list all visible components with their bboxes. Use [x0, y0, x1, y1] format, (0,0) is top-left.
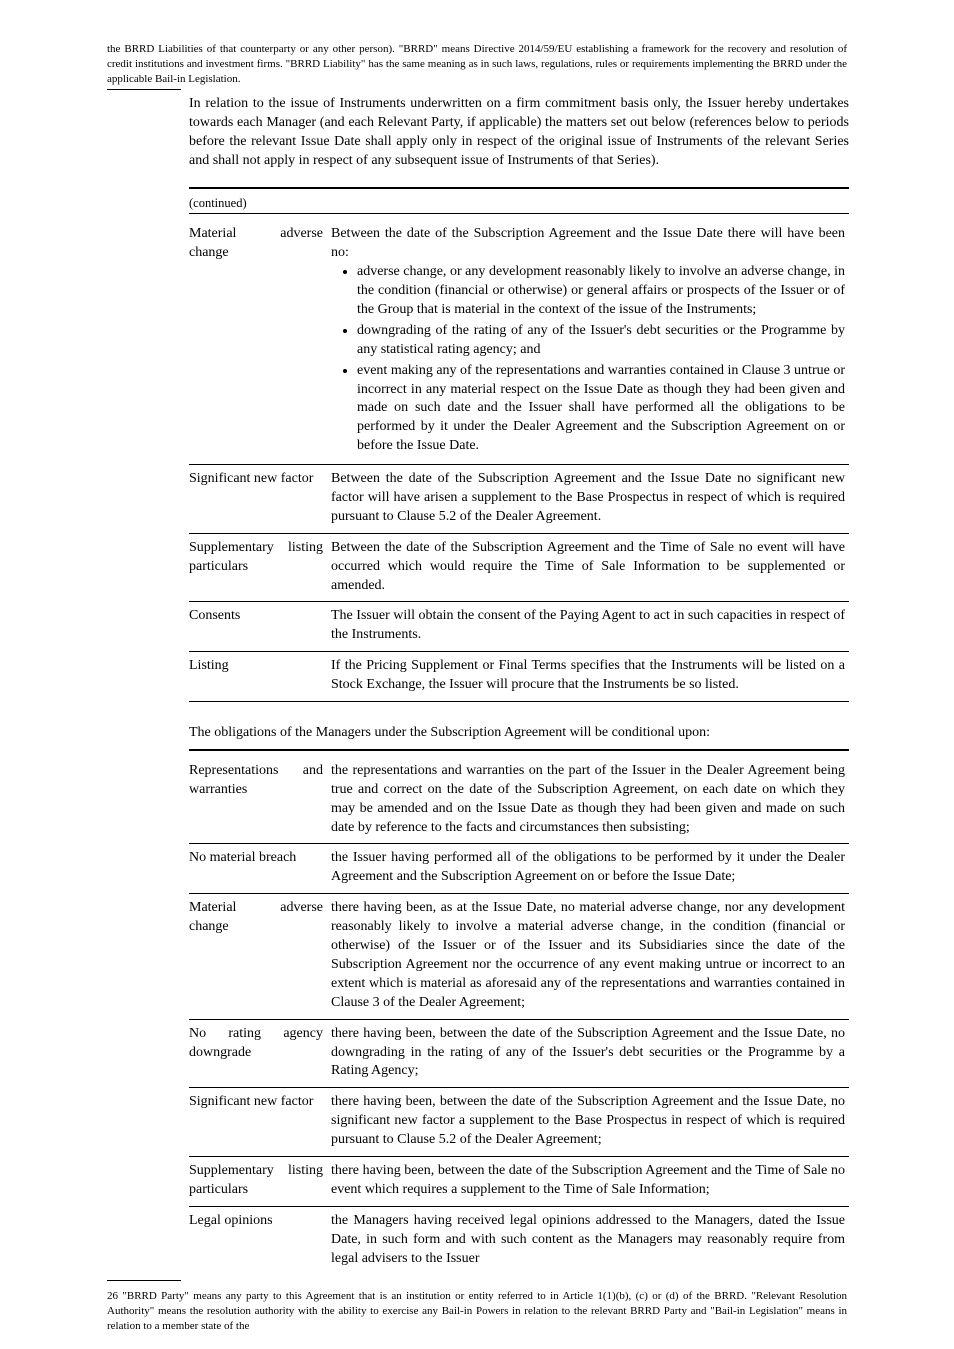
table-row: Material adverse change Between the date… — [189, 220, 849, 464]
list-item: adverse change, or any development reaso… — [357, 263, 845, 322]
table-row: Supplementary listing particulars Betwee… — [189, 533, 849, 602]
row-body: Between the date of the Subscription Agr… — [327, 533, 849, 602]
row-label: Listing — [189, 652, 327, 701]
footnote-bottom: 26 "BRRD Party" means any party to this … — [107, 1289, 847, 1334]
table-row: Consents The Issuer will obtain the cons… — [189, 602, 849, 652]
row-body: If the Pricing Supplement or Final Terms… — [327, 652, 849, 701]
row-body: The Issuer will obtain the consent of th… — [327, 602, 849, 652]
row-label: Legal opinions — [189, 1206, 327, 1274]
table-row: No rating agency downgrade there having … — [189, 1019, 849, 1088]
row-body: there having been, between the date of t… — [327, 1156, 849, 1206]
table-row: Legal opinions the Managers having recei… — [189, 1206, 849, 1274]
row-body: there having been, between the date of t… — [327, 1019, 849, 1088]
main-content: In relation to the issue of Instruments … — [189, 95, 849, 1274]
conditions-table: Representations and warranties the repre… — [189, 757, 849, 1274]
bullet-list: adverse change, or any development reaso… — [331, 263, 845, 458]
table-row: Listing If the Pricing Supplement or Fin… — [189, 652, 849, 701]
row-body-lead: Between the date of the Subscription Agr… — [331, 226, 845, 260]
table2-title: The obligations of the Managers under th… — [189, 724, 849, 743]
row-body: the Managers having received legal opini… — [327, 1206, 849, 1274]
list-item: event making any of the representations … — [357, 362, 845, 458]
list-item: downgrading of the rating of any of the … — [357, 322, 845, 362]
page-root: the BRRD Liabilities of that counterpart… — [0, 0, 954, 1349]
table-row: Supplementary listing particulars there … — [189, 1156, 849, 1206]
row-label: No rating agency downgrade — [189, 1019, 327, 1088]
row-label: Consents — [189, 602, 327, 652]
row-body: there having been, as at the Issue Date,… — [327, 894, 849, 1019]
row-label: No material breach — [189, 844, 327, 894]
row-label: Significant new factor — [189, 465, 327, 534]
row-label: Material adverse change — [189, 220, 327, 464]
footnote-bottom-rule — [107, 1280, 181, 1281]
table2-top-rule — [189, 749, 849, 751]
table1-continued: (continued) — [189, 195, 849, 212]
table1-bottom-rule — [189, 701, 849, 702]
table-row: No material breach the Issuer having per… — [189, 844, 849, 894]
table-row: Material adverse change there having bee… — [189, 894, 849, 1019]
table-row: Representations and warranties the repre… — [189, 757, 849, 844]
table-row: Significant new factor there having been… — [189, 1088, 849, 1157]
row-label: Significant new factor — [189, 1088, 327, 1157]
footnote-top-rule — [107, 89, 181, 90]
table-row: Significant new factor Between the date … — [189, 465, 849, 534]
intro-paragraph: In relation to the issue of Instruments … — [189, 95, 849, 171]
row-body: Between the date of the Subscription Agr… — [327, 220, 849, 464]
row-label: Representations and warranties — [189, 757, 327, 844]
row-label: Supplementary listing particulars — [189, 533, 327, 602]
footnote-top: the BRRD Liabilities of that counterpart… — [107, 42, 847, 87]
table1-top-rule — [189, 187, 849, 189]
row-body: the representations and warranties on th… — [327, 757, 849, 844]
row-label: Supplementary listing particulars — [189, 1156, 327, 1206]
row-body: the Issuer having performed all of the o… — [327, 844, 849, 894]
undertakings-table: Material adverse change Between the date… — [189, 220, 849, 701]
row-body: there having been, between the date of t… — [327, 1088, 849, 1157]
table1-head-rule — [189, 213, 849, 214]
row-label: Material adverse change — [189, 894, 327, 1019]
row-body: Between the date of the Subscription Agr… — [327, 465, 849, 534]
